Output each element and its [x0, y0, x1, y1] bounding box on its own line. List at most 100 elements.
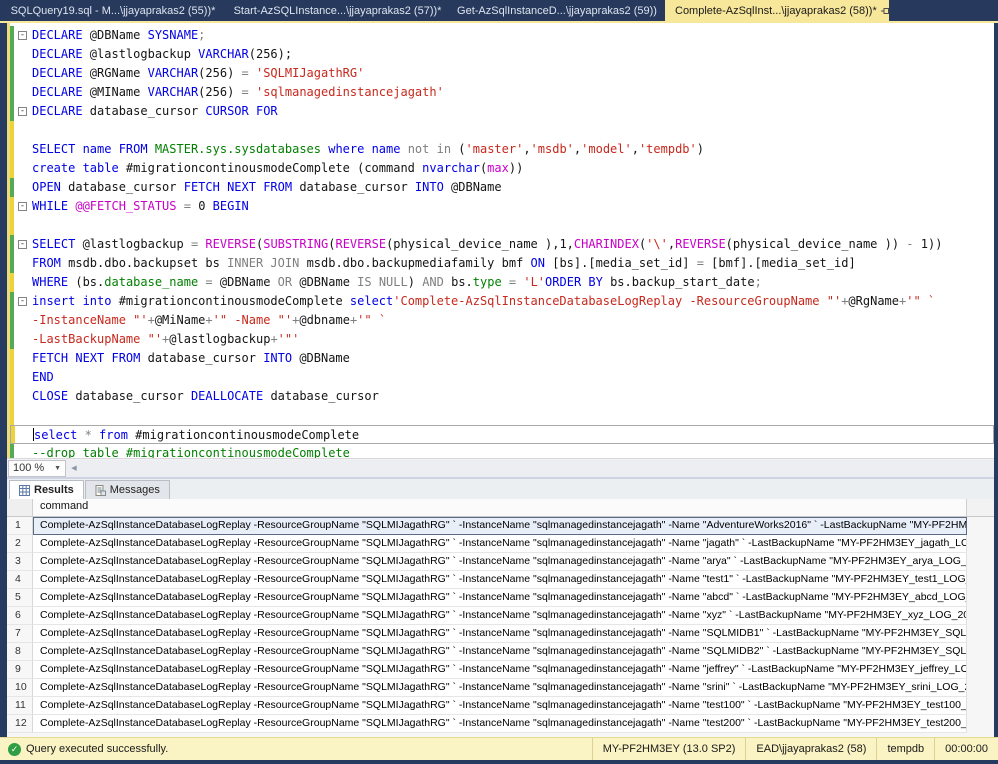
- scroll-left-icon[interactable]: ◀: [66, 464, 82, 472]
- row-number[interactable]: 5: [7, 589, 33, 607]
- tab-results[interactable]: Results: [9, 480, 84, 499]
- command-cell[interactable]: Complete-AzSqlInstanceDatabaseLogReplay …: [33, 715, 967, 733]
- code-line[interactable]: SELECT name FROM MASTER.sys.sysdatabases…: [10, 140, 994, 159]
- horizontal-scrollbar[interactable]: ◀: [66, 460, 994, 477]
- table-row[interactable]: 10Complete-AzSqlInstanceDatabaseLogRepla…: [7, 679, 994, 697]
- code-line[interactable]: END: [10, 368, 994, 387]
- code-line[interactable]: DECLARE @MIName VARCHAR(256) = 'sqlmanag…: [10, 83, 994, 102]
- pin-icon[interactable]: [880, 4, 889, 18]
- status-bar: ✓ Query executed successfully. MY-PF2HM3…: [0, 737, 998, 760]
- code-text: CLOSE database_cursor DEALLOCATE databas…: [32, 387, 994, 406]
- code-text: -LastBackupName "'+@lastlogbackup+'"': [32, 330, 994, 349]
- code-line[interactable]: -DECLARE @DBName SYSNAME;: [10, 26, 994, 45]
- code-token: DECLARE: [32, 28, 90, 42]
- code-line[interactable]: DECLARE @RGName VARCHAR(256) = 'SQLMIJag…: [10, 64, 994, 83]
- code-token: (command: [357, 161, 422, 175]
- command-cell[interactable]: Complete-AzSqlInstanceDatabaseLogReplay …: [33, 589, 967, 607]
- code-token: ORDER BY: [545, 275, 610, 289]
- tab-get-azsqlinstance[interactable]: Get-AzSqlInstanceD...\jjayaprakas2 (59)): [449, 0, 665, 21]
- code-token: =: [242, 85, 256, 99]
- code-line[interactable]: DECLARE @lastlogbackup VARCHAR(256);: [10, 45, 994, 64]
- code-text: [32, 121, 994, 140]
- code-line[interactable]: select * from #migrationcontinousmodeCom…: [10, 425, 994, 444]
- code-token: @DBName: [90, 28, 148, 42]
- code-line[interactable]: --drop table #migrationcontinousmodeComp…: [10, 444, 994, 458]
- row-number[interactable]: 9: [7, 661, 33, 679]
- fold-margin: [14, 349, 32, 368]
- code-line[interactable]: [10, 121, 994, 140]
- code-text: OPEN database_cursor FETCH NEXT FROM dat…: [32, 178, 994, 197]
- table-row[interactable]: 2Complete-AzSqlInstanceDatabaseLogReplay…: [7, 535, 994, 553]
- code-token: @MIName: [90, 85, 148, 99]
- collapse-region-icon[interactable]: -: [18, 107, 27, 116]
- tab-complete-azsqlinstance[interactable]: Complete-AzSqlInst...\jjayaprakas2 (58))…: [665, 0, 889, 21]
- row-number[interactable]: 6: [7, 607, 33, 625]
- code-line[interactable]: -SELECT @lastlogbackup = REVERSE(SUBSTRI…: [10, 235, 994, 254]
- command-cell[interactable]: Complete-AzSqlInstanceDatabaseLogReplay …: [33, 553, 967, 571]
- row-number[interactable]: 11: [7, 697, 33, 715]
- command-cell[interactable]: Complete-AzSqlInstanceDatabaseLogReplay …: [33, 607, 967, 625]
- code-line[interactable]: -WHILE @@FETCH_STATUS = 0 BEGIN: [10, 197, 994, 216]
- code-line[interactable]: FROM msdb.dbo.backupset bs INNER JOIN ms…: [10, 254, 994, 273]
- code-line[interactable]: WHERE (bs.database_name = @DBName OR @DB…: [10, 273, 994, 292]
- code-line[interactable]: -InstanceName "'+@MiName+'" -Name "'+@db…: [10, 311, 994, 330]
- code-line[interactable]: OPEN database_cursor FETCH NEXT FROM dat…: [10, 178, 994, 197]
- row-number[interactable]: 2: [7, 535, 33, 553]
- row-number[interactable]: 1: [7, 517, 33, 535]
- command-cell[interactable]: Complete-AzSqlInstanceDatabaseLogReplay …: [33, 517, 967, 535]
- table-row[interactable]: 12Complete-AzSqlInstanceDatabaseLogRepla…: [7, 715, 994, 733]
- command-cell[interactable]: Complete-AzSqlInstanceDatabaseLogReplay …: [33, 643, 967, 661]
- table-row[interactable]: 1Complete-AzSqlInstanceDatabaseLogReplay…: [7, 517, 994, 535]
- table-row[interactable]: 7Complete-AzSqlInstanceDatabaseLogReplay…: [7, 625, 994, 643]
- command-cell[interactable]: Complete-AzSqlInstanceDatabaseLogReplay …: [33, 661, 967, 679]
- command-cell[interactable]: Complete-AzSqlInstanceDatabaseLogReplay …: [33, 625, 967, 643]
- code-token: not in: [408, 142, 459, 156]
- row-number[interactable]: 7: [7, 625, 33, 643]
- table-row[interactable]: 4Complete-AzSqlInstanceDatabaseLogReplay…: [7, 571, 994, 589]
- code-line[interactable]: -LastBackupName "'+@lastlogbackup+'"': [10, 330, 994, 349]
- code-token: +: [148, 313, 155, 327]
- code-line[interactable]: [10, 406, 994, 425]
- window-frame-bottom: [0, 760, 998, 764]
- code-token: REVERSE: [335, 237, 386, 251]
- tab-start-azsqlinstance[interactable]: Start-AzSQLInstance...\jjayaprakas2 (57)…: [226, 0, 449, 21]
- collapse-region-icon[interactable]: -: [18, 202, 27, 211]
- collapse-region-icon[interactable]: -: [18, 297, 27, 306]
- code-line[interactable]: -insert into #migrationcontinousmodeComp…: [10, 292, 994, 311]
- collapse-region-icon[interactable]: -: [18, 240, 27, 249]
- table-row[interactable]: 3Complete-AzSqlInstanceDatabaseLogReplay…: [7, 553, 994, 571]
- status-user: EAD\jjayaprakas2 (58): [745, 738, 876, 760]
- row-number[interactable]: 8: [7, 643, 33, 661]
- table-row[interactable]: 9Complete-AzSqlInstanceDatabaseLogReplay…: [7, 661, 994, 679]
- code-token: '"': [278, 332, 300, 346]
- command-cell[interactable]: Complete-AzSqlInstanceDatabaseLogReplay …: [33, 571, 967, 589]
- zoom-selector[interactable]: 100 % ▼: [8, 460, 66, 477]
- row-number[interactable]: 12: [7, 715, 33, 733]
- sql-editor[interactable]: -DECLARE @DBName SYSNAME;DECLARE @lastlo…: [7, 23, 994, 458]
- code-line[interactable]: create table #migrationcontinousmodeComp…: [10, 159, 994, 178]
- tab-messages[interactable]: Messages: [85, 480, 170, 499]
- fold-margin: [14, 444, 32, 458]
- code-line[interactable]: FETCH NEXT FROM database_cursor INTO @DB…: [10, 349, 994, 368]
- table-row[interactable]: 6Complete-AzSqlInstanceDatabaseLogReplay…: [7, 607, 994, 625]
- code-line[interactable]: CLOSE database_cursor DEALLOCATE databas…: [10, 387, 994, 406]
- row-number[interactable]: 10: [7, 679, 33, 697]
- code-line[interactable]: -DECLARE database_cursor CURSOR FOR: [10, 102, 994, 121]
- code-token: name: [83, 142, 119, 156]
- code-line[interactable]: [10, 216, 994, 235]
- code-token: msdb.dbo.backupset bs: [68, 256, 227, 270]
- grid-corner-cell[interactable]: [7, 499, 33, 517]
- code-token: DECLARE: [32, 66, 90, 80]
- collapse-region-icon[interactable]: -: [18, 31, 27, 40]
- row-number[interactable]: 4: [7, 571, 33, 589]
- row-number[interactable]: 3: [7, 553, 33, 571]
- table-row[interactable]: 8Complete-AzSqlInstanceDatabaseLogReplay…: [7, 643, 994, 661]
- table-row[interactable]: 11Complete-AzSqlInstanceDatabaseLogRepla…: [7, 697, 994, 715]
- command-cell[interactable]: Complete-AzSqlInstanceDatabaseLogReplay …: [33, 697, 967, 715]
- table-row[interactable]: 5Complete-AzSqlInstanceDatabaseLogReplay…: [7, 589, 994, 607]
- tab-sqlquery19[interactable]: SQLQuery19.sql - M...\jjayaprakas2 (55))…: [0, 0, 226, 21]
- command-cell[interactable]: Complete-AzSqlInstanceDatabaseLogReplay …: [33, 679, 967, 697]
- column-header-command[interactable]: command: [33, 499, 967, 517]
- tab-results-label: Results: [34, 484, 74, 496]
- command-cell[interactable]: Complete-AzSqlInstanceDatabaseLogReplay …: [33, 535, 967, 553]
